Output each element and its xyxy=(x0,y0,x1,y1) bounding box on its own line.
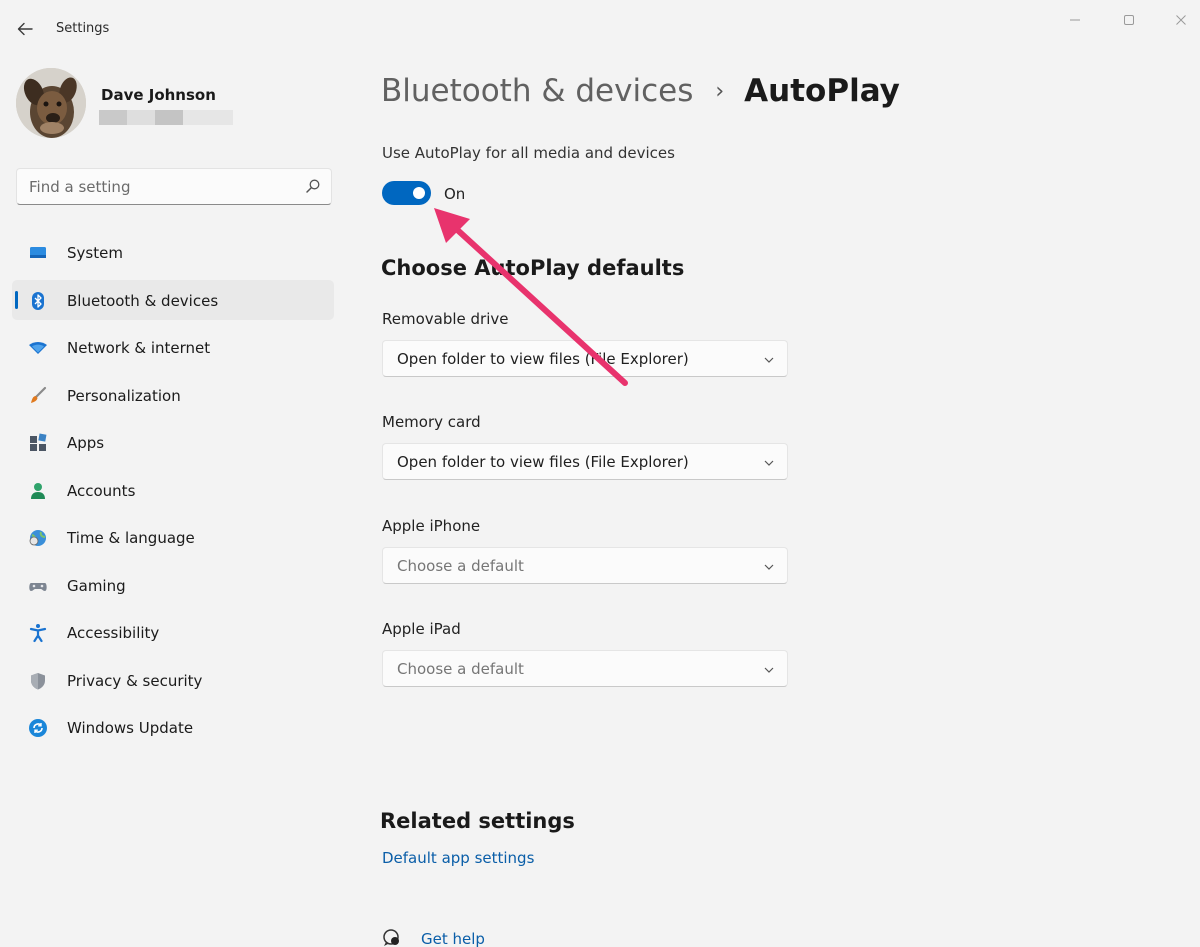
page-title: AutoPlay xyxy=(744,73,900,109)
chevron-down-icon xyxy=(764,564,774,570)
apple-ipad-label: Apple iPad xyxy=(382,620,461,638)
shield-icon xyxy=(28,671,48,691)
apple-ipad-select[interactable]: Choose a default xyxy=(382,650,788,687)
sidebar-item-label: Network & internet xyxy=(67,339,211,357)
accessibility-icon xyxy=(28,623,48,643)
sidebar-item-label: Accounts xyxy=(67,481,136,500)
person-icon xyxy=(28,481,48,501)
avatar[interactable] xyxy=(16,68,86,138)
back-arrow-icon xyxy=(17,22,33,36)
dog-avatar-image xyxy=(16,68,86,138)
removable-drive-label: Removable drive xyxy=(382,310,509,328)
sidebar-item-label: Gaming xyxy=(67,576,126,595)
chevron-down-icon xyxy=(764,460,774,466)
breadcrumb: Bluetooth & devices › AutoPlay xyxy=(381,70,900,112)
sidebar-item-apps[interactable]: Apps xyxy=(12,422,334,462)
search-input[interactable] xyxy=(17,169,297,204)
sidebar-item-privacy-security[interactable]: Privacy & security xyxy=(12,660,334,700)
bluetooth-icon xyxy=(28,291,48,311)
sidebar-item-label: System xyxy=(67,244,123,262)
sidebar-item-time-language[interactable]: Time & language xyxy=(12,517,334,557)
sidebar-nav: System Bluetooth & devices Network & int… xyxy=(12,232,334,755)
apple-iphone-select[interactable]: Choose a default xyxy=(382,547,788,584)
breadcrumb-separator: › xyxy=(715,78,725,104)
sidebar-item-bluetooth-devices[interactable]: Bluetooth & devices xyxy=(12,279,334,320)
sidebar-item-label: Accessibility xyxy=(67,624,160,642)
brush-icon xyxy=(28,386,48,406)
sidebar-item-label: Apps xyxy=(67,434,105,452)
toggle-knob xyxy=(413,187,425,199)
apple-iphone-label: Apple iPhone xyxy=(382,517,481,535)
chevron-down-icon xyxy=(764,357,774,363)
sidebar-item-system[interactable]: System xyxy=(12,232,334,272)
monitor-icon xyxy=(28,243,48,263)
sidebar-item-accessibility[interactable]: Accessibility xyxy=(12,612,334,652)
memory-card-label: Memory card xyxy=(382,413,481,431)
get-help-link[interactable]: Get help xyxy=(421,930,485,947)
chevron-down-icon xyxy=(764,667,774,673)
select-value: Open folder to view files (File Explorer… xyxy=(397,350,689,368)
gamepad-icon xyxy=(28,576,48,596)
app-title: Settings xyxy=(56,21,110,36)
sidebar-item-gaming[interactable]: Gaming xyxy=(12,565,334,605)
minimize-icon xyxy=(1070,19,1080,21)
sidebar-item-label: Time & language xyxy=(67,529,195,547)
apps-icon xyxy=(28,433,48,453)
sidebar-item-label: Personalization xyxy=(67,386,181,405)
active-indicator xyxy=(15,290,18,309)
default-app-settings-link[interactable]: Default app settings xyxy=(382,849,534,867)
sidebar-item-network[interactable]: Network & internet xyxy=(12,327,334,367)
sidebar-item-personalization[interactable]: Personalization xyxy=(12,375,334,415)
user-email-redacted xyxy=(99,110,233,125)
autoplay-toggle-caption: Use AutoPlay for all media and devices xyxy=(382,144,675,162)
user-name: Dave Johnson xyxy=(101,86,216,104)
autoplay-defaults-heading: Choose AutoPlay defaults xyxy=(381,256,685,280)
select-value: Choose a default xyxy=(397,660,524,678)
title-bar: Settings xyxy=(0,0,1200,58)
removable-drive-select[interactable]: Open folder to view files (File Explorer… xyxy=(382,340,788,377)
maximize-icon xyxy=(1124,15,1134,25)
globe-clock-icon xyxy=(28,528,48,548)
sidebar-item-label: Windows Update xyxy=(67,719,194,737)
sidebar-item-accounts[interactable]: Accounts xyxy=(12,470,334,510)
search-box xyxy=(16,168,332,205)
sidebar-item-label: Bluetooth & devices xyxy=(67,291,219,310)
maximize-button[interactable] xyxy=(1114,10,1144,30)
sidebar-item-label: Privacy & security xyxy=(67,671,203,690)
breadcrumb-parent-link[interactable]: Bluetooth & devices xyxy=(381,73,693,109)
autoplay-toggle[interactable] xyxy=(382,181,431,205)
select-value: Choose a default xyxy=(397,557,524,575)
update-icon xyxy=(28,718,48,738)
related-settings-heading: Related settings xyxy=(380,809,575,833)
select-value: Open folder to view files (File Explorer… xyxy=(397,453,689,471)
search-icon[interactable] xyxy=(305,178,321,194)
back-button[interactable] xyxy=(14,18,36,40)
wifi-icon xyxy=(28,338,48,358)
close-button[interactable] xyxy=(1166,10,1196,30)
autoplay-toggle-state: On xyxy=(444,185,466,203)
sidebar-item-windows-update[interactable]: Windows Update xyxy=(12,707,334,747)
help-icon xyxy=(382,928,404,947)
close-icon xyxy=(1176,15,1186,25)
minimize-button[interactable] xyxy=(1060,10,1090,30)
memory-card-select[interactable]: Open folder to view files (File Explorer… xyxy=(382,443,788,480)
